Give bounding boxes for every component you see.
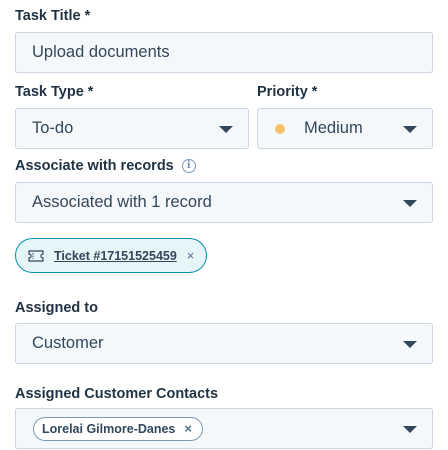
task-title-value: Upload documents [32,43,170,61]
info-icon[interactable]: i [181,159,196,173]
associate-label-text: Associate with records [15,158,174,174]
close-icon[interactable]: × [187,249,195,262]
chevron-down-icon [403,199,417,207]
contact-chip-label: Lorelai Gilmore-Danes [42,421,176,436]
task-type-label-text: Task Type * [15,84,94,100]
assigned-to-value: Customer [32,334,104,352]
chevron-down-icon [219,125,233,133]
ticket-icon [28,249,44,262]
assigned-to-label: Assigned to [15,300,98,316]
task-title-label-text: Task Title * [15,8,91,24]
chevron-down-icon [403,340,417,348]
associate-label: Associate with records i [15,158,196,174]
assigned-to-label-text: Assigned to [15,300,98,316]
priority-value: Medium [304,119,363,137]
task-title-label: Task Title * [15,8,90,24]
contact-chip[interactable]: Lorelai Gilmore-Danes × [33,416,203,441]
task-type-select[interactable]: To-do [15,108,249,149]
priority-label: Priority * [257,84,317,100]
close-icon[interactable]: × [184,422,192,435]
assigned-to-select[interactable]: Customer [15,323,433,364]
ticket-chip[interactable]: Ticket #17151525459 × [15,238,208,273]
task-type-label: Task Type * [15,84,93,100]
task-title-input[interactable]: Upload documents [15,32,433,73]
chevron-down-icon [403,125,417,133]
associate-value: Associated with 1 record [32,193,212,211]
priority-label-text: Priority * [257,84,318,100]
associate-select[interactable]: Associated with 1 record [15,182,433,223]
contacts-label-text: Assigned Customer Contacts [15,386,219,402]
task-type-value: To-do [32,119,74,137]
chevron-down-icon [403,425,417,433]
priority-dot-icon [275,123,285,134]
priority-select[interactable]: Medium [257,108,433,149]
contacts-label: Assigned Customer Contacts [15,386,218,402]
contacts-select[interactable]: Lorelai Gilmore-Danes × [15,408,433,449]
ticket-link[interactable]: Ticket #17151525459 [54,249,177,263]
